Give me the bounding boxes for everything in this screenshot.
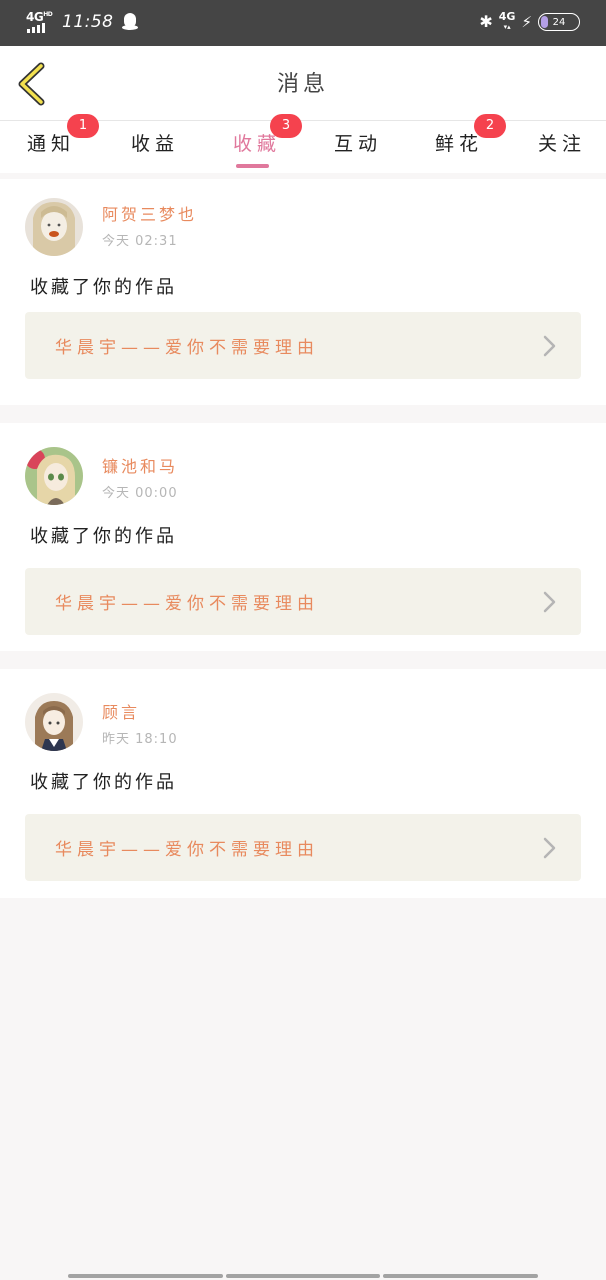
gesture-nav-bar[interactable] <box>68 1274 539 1278</box>
notification-badge: 1 <box>67 114 99 138</box>
tab-notifications[interactable]: 通知 <box>27 129 75 169</box>
timestamp: 今天 00:00 <box>102 486 178 501</box>
tab-flowers[interactable]: 鲜花 <box>435 129 483 169</box>
signal-icon: 4GHD <box>26 10 54 33</box>
app-header: 消息 <box>0 46 606 121</box>
action-text: 收藏了你的作品 <box>30 277 177 298</box>
favorites-badge: 3 <box>270 114 302 138</box>
status-time: 11:58 <box>62 12 114 32</box>
work-title: 华晨宇——爱你不需要理由 <box>55 594 319 614</box>
timestamp: 今天 02:31 <box>102 234 178 249</box>
tab-bar: 通知 1 收益 收藏 3 互动 鲜花 2 关注 <box>0 114 606 173</box>
tab-earnings[interactable]: 收益 <box>131 129 179 169</box>
mobile-data-icon: 4G ▾▴ <box>498 10 516 31</box>
work-link[interactable]: 华晨宇——爱你不需要理由 <box>25 312 581 379</box>
flowers-badge: 2 <box>474 114 506 138</box>
work-title: 华晨宇——爱你不需要理由 <box>55 338 319 358</box>
battery-level: 24 <box>552 16 566 28</box>
work-link[interactable]: 华晨宇——爱你不需要理由 <box>25 568 581 635</box>
tab-label: 鲜花 <box>435 133 484 155</box>
action-text: 收藏了你的作品 <box>30 526 177 547</box>
avatar[interactable] <box>25 198 83 256</box>
work-title: 华晨宇——爱你不需要理由 <box>55 840 319 860</box>
list-item: 镰池和马 今天 00:00 收藏了你的作品 华晨宇——爱你不需要理由 <box>0 423 606 651</box>
username[interactable]: 镰池和马 <box>102 453 178 477</box>
avatar[interactable] <box>25 693 83 751</box>
list-item: 顾言 昨天 18:10 收藏了你的作品 华晨宇——爱你不需要理由 <box>0 669 606 898</box>
avatar[interactable] <box>25 447 83 505</box>
status-bar: 4GHD 11:58 ✱ 4G ▾▴ ⚡ 24 <box>0 0 606 46</box>
username[interactable]: 顾言 <box>102 699 140 723</box>
page-title: 消息 <box>276 72 329 97</box>
charging-icon: ⚡ <box>521 13 532 31</box>
tab-label: 通知 <box>27 133 76 155</box>
qq-penguin-icon <box>121 13 138 31</box>
list-item: 阿贺三梦也 今天 02:31 收藏了你的作品 华晨宇——爱你不需要理由 <box>0 179 606 405</box>
tab-label: 收益 <box>131 133 180 155</box>
chevron-right-icon <box>543 591 556 613</box>
battery-icon: 24 <box>538 13 580 31</box>
tab-interactions[interactable]: 互动 <box>334 129 382 169</box>
active-tab-indicator <box>236 164 269 168</box>
username[interactable]: 阿贺三梦也 <box>102 201 197 225</box>
tab-label: 互动 <box>334 133 383 155</box>
bluetooth-icon: ✱ <box>479 12 493 31</box>
tab-label: 收藏 <box>233 133 282 155</box>
tab-following[interactable]: 关注 <box>538 129 586 169</box>
tab-label: 关注 <box>538 133 587 155</box>
timestamp: 昨天 18:10 <box>102 732 178 747</box>
chevron-right-icon <box>543 837 556 859</box>
work-link[interactable]: 华晨宇——爱你不需要理由 <box>25 814 581 881</box>
action-text: 收藏了你的作品 <box>30 772 177 793</box>
chevron-right-icon <box>543 335 556 357</box>
